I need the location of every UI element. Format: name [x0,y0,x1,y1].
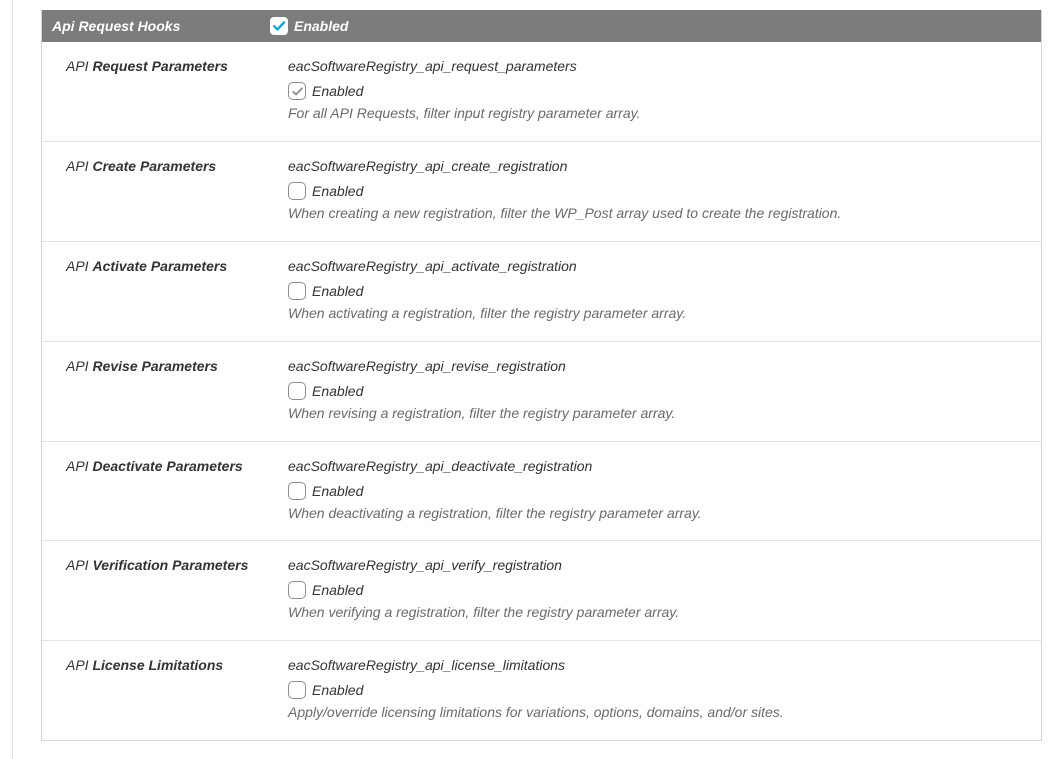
row-label-main: License Limitations [92,657,223,673]
row-description: When verifying a registration, filter th… [288,603,1023,622]
enabled-checkbox[interactable] [288,182,306,200]
row-label: API Activate Parameters [66,258,288,274]
enabled-label: Enabled [312,582,363,598]
enabled-label: Enabled [312,483,363,499]
header-enabled-checkbox[interactable] [270,17,288,35]
row-label-main: Revise Parameters [92,358,217,374]
enabled-checkbox[interactable] [288,82,306,100]
row-label-prefix: API [66,58,92,74]
row-description: When creating a new registration, filter… [288,204,1023,223]
panel-title: Api Request Hooks [52,18,270,34]
setting-row: API Deactivate ParameterseacSoftwareRegi… [42,442,1041,542]
enabled-label: Enabled [312,383,363,399]
enabled-checkbox[interactable] [288,581,306,599]
row-label-main: Verification Parameters [92,557,248,573]
setting-row: API License LimitationseacSoftwareRegist… [42,641,1041,740]
hook-name: eacSoftwareRegistry_api_activate_registr… [288,258,1023,274]
row-body: eacSoftwareRegistry_api_deactivate_regis… [288,458,1023,523]
api-request-hooks-panel: Api Request Hooks Enabled API Request Pa… [41,10,1042,741]
row-description: When revising a registration, filter the… [288,404,1023,423]
setting-row: API Request ParameterseacSoftwareRegistr… [42,42,1041,142]
row-label-main: Request Parameters [92,58,227,74]
enabled-checkbox[interactable] [288,482,306,500]
row-label: API Deactivate Parameters [66,458,288,474]
enabled-label: Enabled [312,283,363,299]
row-body: eacSoftwareRegistry_api_create_registrat… [288,158,1023,223]
row-label: API Verification Parameters [66,557,288,573]
row-body: eacSoftwareRegistry_api_request_paramete… [288,58,1023,123]
row-label-main: Create Parameters [92,158,216,174]
row-label: API License Limitations [66,657,288,673]
row-label-main: Deactivate Parameters [92,458,242,474]
enabled-checkbox[interactable] [288,282,306,300]
row-label: API Request Parameters [66,58,288,74]
row-label: API Revise Parameters [66,358,288,374]
row-description: For all API Requests, filter input regis… [288,104,1023,123]
enabled-label: Enabled [312,183,363,199]
row-label-prefix: API [66,557,92,573]
header-enabled-label: Enabled [294,18,348,34]
row-body: eacSoftwareRegistry_api_activate_registr… [288,258,1023,323]
row-label-main: Activate Parameters [92,258,227,274]
row-label: API Create Parameters [66,158,288,174]
hook-name: eacSoftwareRegistry_api_verify_registrat… [288,557,1023,573]
hook-name: eacSoftwareRegistry_api_deactivate_regis… [288,458,1023,474]
setting-row: API Create ParameterseacSoftwareRegistry… [42,142,1041,242]
hook-name: eacSoftwareRegistry_api_revise_registrat… [288,358,1023,374]
enabled-label: Enabled [312,83,363,99]
row-body: eacSoftwareRegistry_api_revise_registrat… [288,358,1023,423]
row-label-prefix: API [66,258,92,274]
hook-name: eacSoftwareRegistry_api_license_limitati… [288,657,1023,673]
hook-name: eacSoftwareRegistry_api_create_registrat… [288,158,1023,174]
row-label-prefix: API [66,358,92,374]
setting-row: API Activate ParameterseacSoftwareRegist… [42,242,1041,342]
row-label-prefix: API [66,657,92,673]
row-label-prefix: API [66,458,92,474]
row-body: eacSoftwareRegistry_api_license_limitati… [288,657,1023,722]
hook-name: eacSoftwareRegistry_api_request_paramete… [288,58,1023,74]
row-description: Apply/override licensing limitations for… [288,703,1023,722]
enabled-checkbox[interactable] [288,681,306,699]
row-description: When activating a registration, filter t… [288,304,1023,323]
row-label-prefix: API [66,158,92,174]
row-body: eacSoftwareRegistry_api_verify_registrat… [288,557,1023,622]
row-description: When deactivating a registration, filter… [288,504,1023,523]
enabled-label: Enabled [312,682,363,698]
setting-row: API Verification ParameterseacSoftwareRe… [42,541,1041,641]
enabled-checkbox[interactable] [288,382,306,400]
panel-header: Api Request Hooks Enabled [42,10,1041,42]
setting-row: API Revise ParameterseacSoftwareRegistry… [42,342,1041,442]
